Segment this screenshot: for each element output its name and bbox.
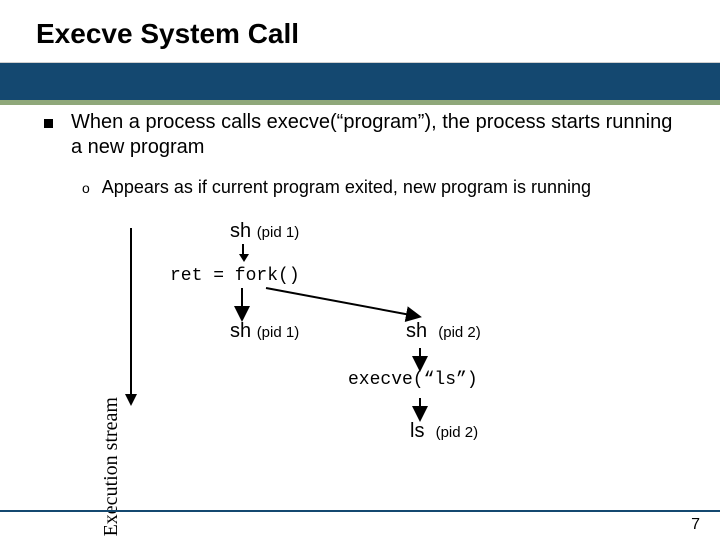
node-sh-left: sh (pid 1): [230, 320, 299, 343]
o-bullet-icon: o: [82, 176, 90, 200]
slide-title: Execve System Call: [36, 18, 299, 50]
footer-rule: [0, 510, 720, 512]
banner-accent: [0, 100, 720, 105]
node-sh-right: sh (pid 2): [406, 320, 481, 343]
bullet-item: When a process calls execve(“program”), …: [44, 110, 684, 160]
sub-bullet-text: Appears as if current program exited, ne…: [102, 176, 591, 200]
sub-bullet-item: o Appears as if current program exited, …: [82, 176, 684, 200]
bullet-text: When a process calls execve(“program”), …: [71, 110, 684, 160]
node-ls: ls (pid 2): [410, 420, 478, 443]
square-bullet-icon: [44, 119, 53, 128]
execution-diagram: Execution stream sh (pid 1) ret = fork()…: [100, 220, 620, 460]
body-content: When a process calls execve(“program”), …: [44, 110, 684, 200]
title-banner: [0, 62, 720, 105]
fork-split-arrows: [100, 220, 620, 460]
node-execve: execve(“ls”): [348, 370, 478, 390]
page-number: 7: [691, 516, 700, 534]
